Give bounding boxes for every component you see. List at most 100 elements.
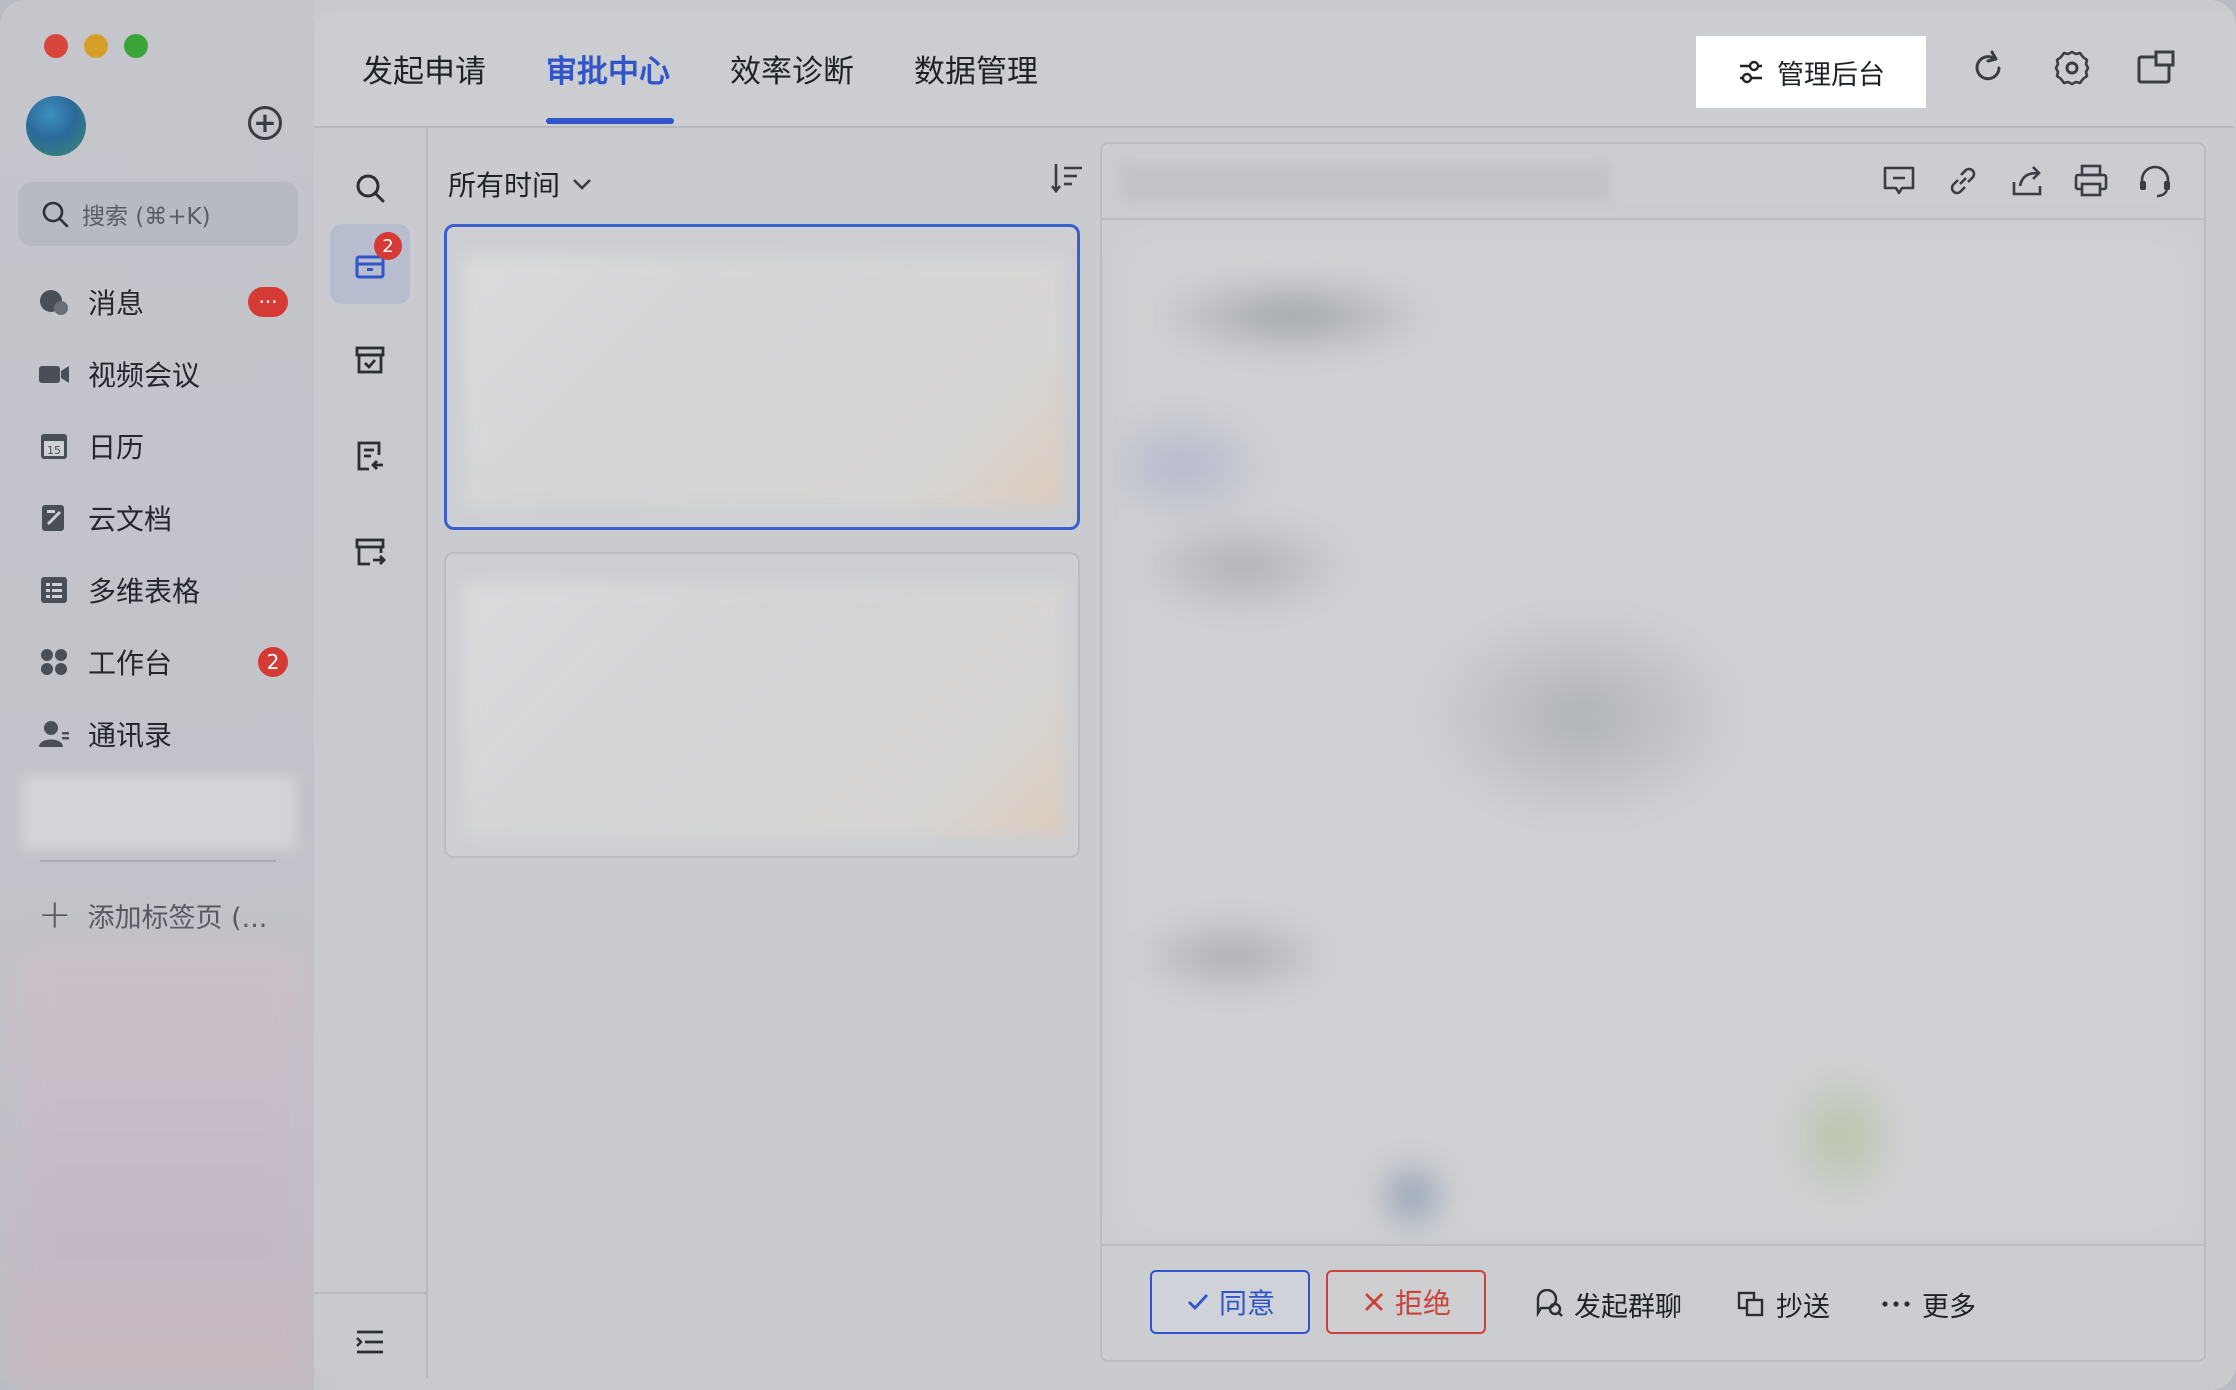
sidebar-item-calendar[interactable]: 15 日历 xyxy=(38,422,288,470)
plus-icon: + xyxy=(38,892,72,938)
blurred-form-content xyxy=(1122,236,2188,1236)
reject-button[interactable]: 拒绝 xyxy=(1326,1270,1486,1334)
approval-detail: 同意 拒绝 发起群聊 抄送 更多 xyxy=(1100,142,2206,1362)
time-filter-label: 所有时间 xyxy=(448,169,561,202)
active-tab-indicator xyxy=(546,118,674,124)
chevron-down-icon xyxy=(573,179,591,190)
more-button[interactable]: 更多 xyxy=(1880,1284,1976,1324)
sidebar-item-label: 日历 xyxy=(88,431,145,464)
search-input[interactable]: 搜索 (⌘+K) xyxy=(18,182,298,246)
more-label: 更多 xyxy=(1922,1291,1976,1323)
archive-forward-icon xyxy=(355,538,386,566)
approval-list: 所有时间 xyxy=(428,128,1088,1378)
cc-button[interactable]: 抄送 xyxy=(1736,1284,1830,1324)
top-navigation: 发起申请 审批中心 效率诊断 数据管理 管理后台 xyxy=(314,12,2234,128)
share-icon[interactable] xyxy=(2008,162,2046,200)
comment-icon[interactable] xyxy=(1880,162,1918,200)
rail-pending-button[interactable]: 2 xyxy=(330,224,410,304)
list-item[interactable] xyxy=(444,552,1080,858)
sidebar-item-bitable[interactable]: 多维表格 xyxy=(38,566,288,614)
tab-data-management[interactable]: 数据管理 xyxy=(914,46,1038,98)
sort-icon[interactable] xyxy=(1048,158,1088,198)
document-return-icon xyxy=(357,441,383,471)
main-panel: 发起申请 审批中心 效率诊断 数据管理 管理后台 2 所有时间 同意 拒绝 发起… xyxy=(314,12,2234,1378)
divider xyxy=(314,1292,426,1294)
avatar[interactable] xyxy=(26,96,86,156)
copy-send-icon xyxy=(1737,1291,1764,1317)
refresh-icon[interactable] xyxy=(1968,48,2008,88)
add-circle-icon[interactable]: + xyxy=(248,106,282,140)
contacts-icon xyxy=(38,718,70,750)
app-sidebar: + 搜索 (⌘+K) 消息 ··· 视频会议 15 日历 云文档 多维表格 工作… xyxy=(0,0,314,1390)
start-group-chat-button[interactable]: 发起群聊 xyxy=(1534,1284,1682,1324)
sidebar-item-label: 通讯录 xyxy=(88,719,173,752)
status-badge: ··· xyxy=(248,287,288,317)
sidebar-item-messages[interactable]: 消息 ··· xyxy=(38,278,288,326)
approval-action-bar: 同意 拒绝 发起群聊 抄送 更多 xyxy=(1102,1244,2204,1360)
approve-label: 同意 xyxy=(1218,1287,1275,1320)
blurred-card-content xyxy=(464,584,1064,836)
list-item[interactable] xyxy=(444,224,1080,530)
group-chat-icon xyxy=(1536,1289,1563,1318)
svg-text:15: 15 xyxy=(47,444,61,457)
sidebar-item-workplace[interactable]: 工作台 2 xyxy=(38,638,288,686)
search-placeholder: 搜索 (⌘+K) xyxy=(82,204,211,230)
approval-rail: 2 xyxy=(314,128,428,1378)
admin-console-button[interactable]: 管理后台 xyxy=(1696,36,1926,108)
sidebar-item-label: 云文档 xyxy=(88,503,173,536)
open-in-window-icon[interactable] xyxy=(2136,48,2176,88)
document-icon xyxy=(38,502,70,534)
blurred-title xyxy=(1120,162,1610,202)
sidebar-item-label: 视频会议 xyxy=(88,359,201,392)
window-zoom-button[interactable] xyxy=(124,34,148,58)
tab-submit-request[interactable]: 发起申请 xyxy=(362,46,486,98)
window-close-button[interactable] xyxy=(44,34,68,58)
table-icon xyxy=(38,574,70,606)
divider xyxy=(40,860,276,862)
headset-support-icon[interactable] xyxy=(2136,162,2174,200)
blurred-card-content xyxy=(465,257,1063,507)
rail-collapse-button[interactable] xyxy=(330,1302,410,1378)
print-icon[interactable] xyxy=(2072,162,2110,200)
more-dots-icon xyxy=(1882,1301,1910,1307)
search-icon xyxy=(42,201,69,228)
link-icon[interactable] xyxy=(1944,162,1982,200)
sidebar-item-contacts[interactable]: 通讯录 xyxy=(38,710,288,758)
rail-search-button[interactable] xyxy=(330,148,410,228)
group-chat-label: 发起群聊 xyxy=(1574,1291,1682,1323)
tab-efficiency-diagnosis[interactable]: 效率诊断 xyxy=(730,46,854,98)
sidebar-item-label: 多维表格 xyxy=(88,575,201,608)
close-icon xyxy=(1364,1293,1383,1311)
rail-initiated-button[interactable] xyxy=(330,416,410,496)
add-tab-button[interactable]: + 添加标签页 (... xyxy=(38,892,267,938)
add-tab-label: 添加标签页 (... xyxy=(87,902,268,934)
tab-approval-center[interactable]: 审批中心 xyxy=(546,46,670,98)
cc-label: 抄送 xyxy=(1776,1291,1830,1323)
sidebar-item-label: 工作台 xyxy=(88,647,173,680)
rail-cc-button[interactable] xyxy=(330,512,410,592)
chat-bubble-icon xyxy=(38,286,70,318)
approve-button[interactable]: 同意 xyxy=(1150,1270,1310,1334)
admin-label: 管理后台 xyxy=(1777,59,1885,91)
status-badge: 2 xyxy=(258,647,288,677)
check-icon xyxy=(1187,1294,1209,1311)
calendar-icon: 15 xyxy=(38,430,70,462)
sidebar-item-label: 消息 xyxy=(88,287,145,320)
detail-header xyxy=(1102,144,2204,220)
sliders-icon xyxy=(1740,60,1762,84)
blurred-sidebar-item xyxy=(22,776,296,850)
video-camera-icon xyxy=(38,358,70,390)
sidebar-item-docs[interactable]: 云文档 xyxy=(38,494,288,542)
gear-icon[interactable] xyxy=(2052,48,2092,88)
window-minimize-button[interactable] xyxy=(84,34,108,58)
blurred-sidebar-region xyxy=(16,950,306,1380)
sidebar-item-video-meeting[interactable]: 视频会议 xyxy=(38,350,288,398)
app-window: + 搜索 (⌘+K) 消息 ··· 视频会议 15 日历 云文档 多维表格 工作… xyxy=(0,0,2236,1390)
time-filter-dropdown[interactable]: 所有时间 xyxy=(448,164,594,204)
reject-label: 拒绝 xyxy=(1394,1287,1451,1320)
rail-done-button[interactable] xyxy=(330,320,410,400)
search-icon xyxy=(356,174,385,203)
archive-check-icon xyxy=(355,346,385,374)
menu-collapse-icon xyxy=(356,1330,383,1354)
pending-count-badge: 2 xyxy=(374,232,402,260)
